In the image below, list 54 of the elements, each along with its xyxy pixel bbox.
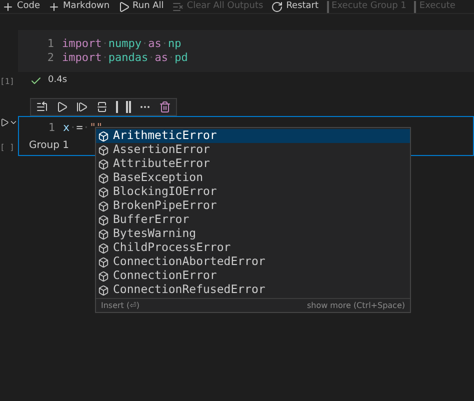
cube-icon [98,228,109,240]
toolbar-button[interactable]: Restart [271,0,319,14]
cube-icon [98,130,109,142]
suggestion-item[interactable]: BlockingIOError [96,185,410,199]
trash-icon[interactable] [159,101,171,113]
suggestion-item[interactable]: ChildProcessError [96,241,410,255]
toolbar-button[interactable]: Code [2,0,40,14]
double-bar-icon[interactable] [126,101,131,113]
line-number: 1 [46,36,55,52]
cube-icon [98,270,109,282]
line-number: 2 [46,50,55,66]
cube-icon [98,172,109,184]
clear-icon [172,0,184,12]
cube-icon [98,158,109,170]
suggestion-item[interactable]: ArithmeticError [96,129,410,143]
execute-above-icon[interactable] [36,101,48,113]
bar-icon [414,0,416,12]
cube-icon [98,186,109,198]
code-line: import·numpy·as·np [62,36,182,52]
code-line: import·pandas·as·pd [62,50,188,66]
suggestion-item[interactable]: BufferError [96,213,410,227]
insert-hint: Insert (⏎) [101,300,140,312]
plus-icon [2,0,14,12]
cube-icon [98,214,109,226]
group-label: Group 1 [29,138,69,152]
split-cell-icon[interactable] [96,101,108,113]
execution-count: [1] [0,76,16,88]
execution-count: [ ] [0,142,16,154]
suggestion-item[interactable]: ConnectionRefusedError [96,283,410,297]
bar-icon [326,0,329,12]
cube-icon [98,256,109,268]
suggestion-item[interactable]: AttributeError [96,157,410,171]
suggestion-item[interactable]: BaseException [96,171,410,185]
suggestion-item[interactable]: ConnectionAbortedError [96,255,410,269]
run-below-icon[interactable] [76,101,88,113]
run-icon[interactable] [56,101,68,113]
cube-icon [98,144,109,156]
suggestion-item[interactable]: BytesWarning [96,227,410,241]
toolbar-button[interactable]: Run All [118,0,164,14]
show-more-link[interactable]: show more (Ctrl+Space) [306,300,405,312]
cell-duration: 0.4s [48,74,68,88]
run-icon [118,0,130,12]
cube-icon [98,242,109,254]
suggestion-item[interactable]: ConnectionError [96,269,410,283]
toolbar-button[interactable]: Markdown [48,0,110,14]
chevron-down-icon[interactable] [9,118,18,127]
suggestion-item[interactable]: BrokenPipeError [96,199,410,213]
plus-icon [48,0,60,12]
cube-icon [98,284,109,296]
cube-icon [98,200,109,212]
restart-icon [271,0,284,12]
run-icon[interactable] [0,118,9,127]
line-number: 1 [47,120,56,136]
suggestion-item[interactable]: AssertionError [96,143,410,157]
